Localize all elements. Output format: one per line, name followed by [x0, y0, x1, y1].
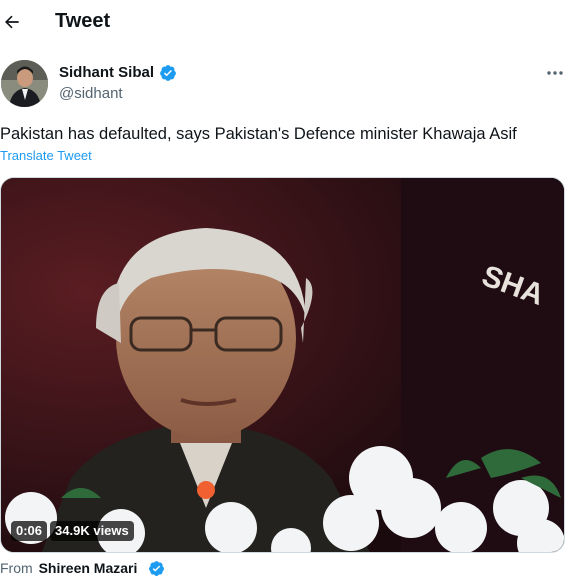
author-name[interactable]: Sidhant Sibal: [59, 64, 154, 81]
source-verified-badge-icon: [149, 561, 164, 576]
video-frame: SHA: [1, 178, 564, 552]
video-views: 34.9K views: [50, 521, 134, 541]
page-title: Tweet: [55, 10, 111, 32]
source-prefix: From: [0, 560, 33, 576]
author-handle[interactable]: @sidhant: [59, 85, 123, 102]
more-options-icon[interactable]: [545, 65, 565, 81]
video-player[interactable]: SHA 0:06 34.9K views: [0, 177, 565, 553]
video-duration: 0:06: [11, 521, 48, 541]
video-overlay-badges: 0:06 34.9K views: [11, 521, 134, 541]
verified-badge-icon: [160, 65, 176, 81]
avatar[interactable]: [1, 60, 48, 107]
tweet-text: Pakistan has defaulted, says Pakistan's …: [0, 125, 517, 143]
source-name-link[interactable]: Shireen Mazari: [39, 560, 138, 576]
source-attribution: From Shireen Mazari: [0, 560, 137, 576]
translate-tweet-link[interactable]: Translate Tweet: [0, 148, 92, 163]
back-arrow-icon[interactable]: [2, 12, 22, 32]
top-bar: Tweet: [0, 0, 566, 44]
